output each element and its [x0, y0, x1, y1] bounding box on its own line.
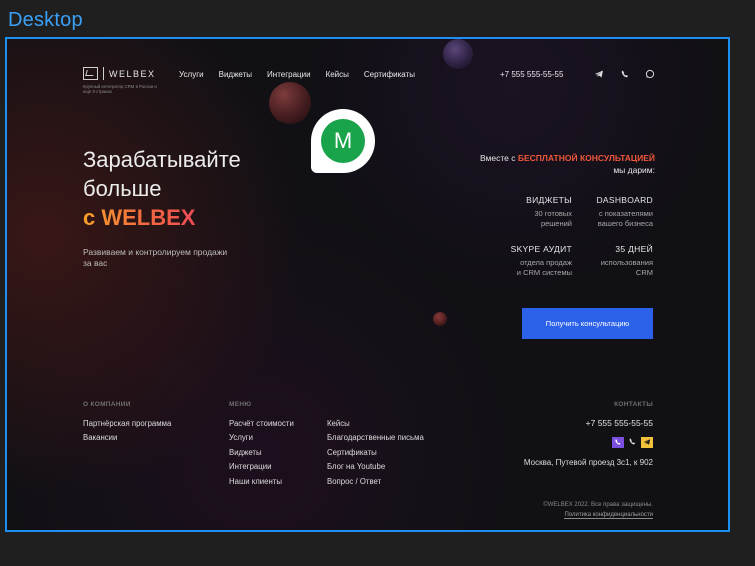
privacy-policy-label[interactable]: Политика конфиденциальности	[564, 512, 653, 519]
telegram-icon[interactable]	[641, 437, 653, 448]
viber-icon[interactable]	[620, 69, 630, 79]
feature-audit-title: SKYPE АУДИТ	[510, 244, 572, 254]
whatsapp-icon[interactable]	[645, 69, 655, 79]
decorative-orb	[269, 82, 311, 124]
feature-dashboard-desc-line1: с показателями	[598, 209, 653, 218]
nav-item-services[interactable]: Услуги	[179, 70, 204, 79]
hero-subtitle: Развиваем и контролируем продажи за вас	[83, 247, 228, 268]
phone-icon[interactable]	[626, 437, 638, 448]
hero-title-line2: больше	[83, 176, 162, 201]
feature-dashboard-desc: с показателями вашего бизнеса	[573, 209, 653, 229]
feature-widgets-desc-line1: 30 готовых	[534, 209, 572, 218]
logo-divider	[103, 67, 104, 80]
footer-link-certificates[interactable]: Сертификаты	[327, 448, 377, 457]
nav-item-integrations[interactable]: Интеграции	[267, 70, 311, 79]
feature-dashboard-desc-line2: вашего бизнеса	[597, 219, 653, 228]
offer-heading-highlight: БЕСПЛАТНОЙ КОНСУЛЬТАЦИЕЙ	[517, 153, 655, 163]
hero-title: Зарабатывайте больше	[83, 145, 241, 203]
hero-title-accent: с WELBEX	[83, 205, 196, 230]
brand-tagline: Крупный интегратор CRM в России и ещё 8 …	[83, 84, 157, 94]
footer-link-vacancies[interactable]: Вакансии	[83, 433, 117, 442]
feature-widgets-title: ВИДЖЕТЫ	[526, 195, 572, 205]
feature-widgets-desc-line2: решений	[540, 219, 572, 228]
desktop-frame: WELBEX Крупный интегратор CRM в России и…	[5, 37, 730, 532]
privacy-policy-link[interactable]: Политика конфиденциальности	[477, 512, 653, 519]
feature-audit-desc-line1: отдела продаж	[520, 258, 572, 267]
footer-link-pricing[interactable]: Расчёт стоимости	[229, 419, 294, 428]
footer-link-cases[interactable]: Кейсы	[327, 419, 350, 428]
footer-menu-heading: МЕНЮ	[229, 401, 252, 408]
main-nav: Услуги Виджеты Интеграции Кейсы Сертифик…	[179, 70, 415, 79]
feature-trial-desc-line2: CRM	[635, 268, 653, 277]
footer-address: Москва, Путевой проезд 3с1, к 902	[523, 458, 653, 467]
copyright: ©WELBEX 2022. Все права защищены.	[543, 502, 653, 508]
footer-link-services[interactable]: Услуги	[229, 433, 253, 442]
hero-title-line1: Зарабатывайте	[83, 147, 241, 172]
brand-name: WELBEX	[109, 68, 156, 79]
feature-trial-title: 35 ДНЕЙ	[615, 244, 653, 254]
brand-logo[interactable]: WELBEX Крупный интегратор CRM в России и…	[83, 67, 163, 94]
feature-dashboard-title: DASHBOARD	[596, 195, 653, 205]
nav-item-certificates[interactable]: Сертификаты	[364, 70, 415, 79]
feature-widgets-desc: 30 готовых решений	[487, 209, 572, 229]
footer-phone[interactable]: +7 555 555-55-55	[527, 418, 653, 428]
feature-audit-desc: отдела продаж и CRM системы	[487, 258, 572, 278]
footer-link-clients[interactable]: Наши клиенты	[229, 477, 282, 486]
decorative-orb	[433, 312, 447, 326]
floating-badge: M	[311, 109, 375, 173]
footer-link-letters[interactable]: Благодарственные письма	[327, 433, 424, 442]
header-phone[interactable]: +7 555 555-55-55	[500, 70, 563, 79]
decorative-orb	[443, 39, 473, 69]
telegram-icon[interactable]	[594, 69, 604, 79]
footer-link-integrations[interactable]: Интеграции	[229, 462, 271, 471]
get-consultation-button[interactable]: Получить консультацию	[522, 308, 653, 339]
feature-trial-desc: использования CRM	[573, 258, 653, 278]
badge-letter: M	[321, 119, 365, 163]
feature-audit-desc-line2: и CRM системы	[516, 268, 572, 277]
offer-heading-prefix: Вместе с	[479, 153, 518, 163]
footer-contacts-heading: КОНТАКТЫ	[614, 401, 653, 408]
nav-item-cases[interactable]: Кейсы	[326, 70, 349, 79]
footer-company-heading: О КОМПАНИИ	[83, 401, 131, 408]
viber-icon[interactable]	[612, 437, 624, 448]
footer-link-youtube[interactable]: Блог на Youtube	[327, 462, 385, 471]
footer-link-widgets[interactable]: Виджеты	[229, 448, 262, 457]
logo-icon	[83, 67, 98, 80]
feature-trial-desc-line1: использования	[600, 258, 653, 267]
offer-heading: Вместе с БЕСПЛАТНОЙ КОНСУЛЬТАЦИЕЙ мы дар…	[477, 152, 655, 176]
offer-heading-suffix: мы дарим:	[613, 165, 655, 175]
nav-item-widgets[interactable]: Виджеты	[219, 70, 252, 79]
footer-link-faq[interactable]: Вопрос / Ответ	[327, 477, 381, 486]
footer-link-partners[interactable]: Партнёрская программа	[83, 419, 171, 428]
frame-label: Desktop	[8, 9, 83, 31]
